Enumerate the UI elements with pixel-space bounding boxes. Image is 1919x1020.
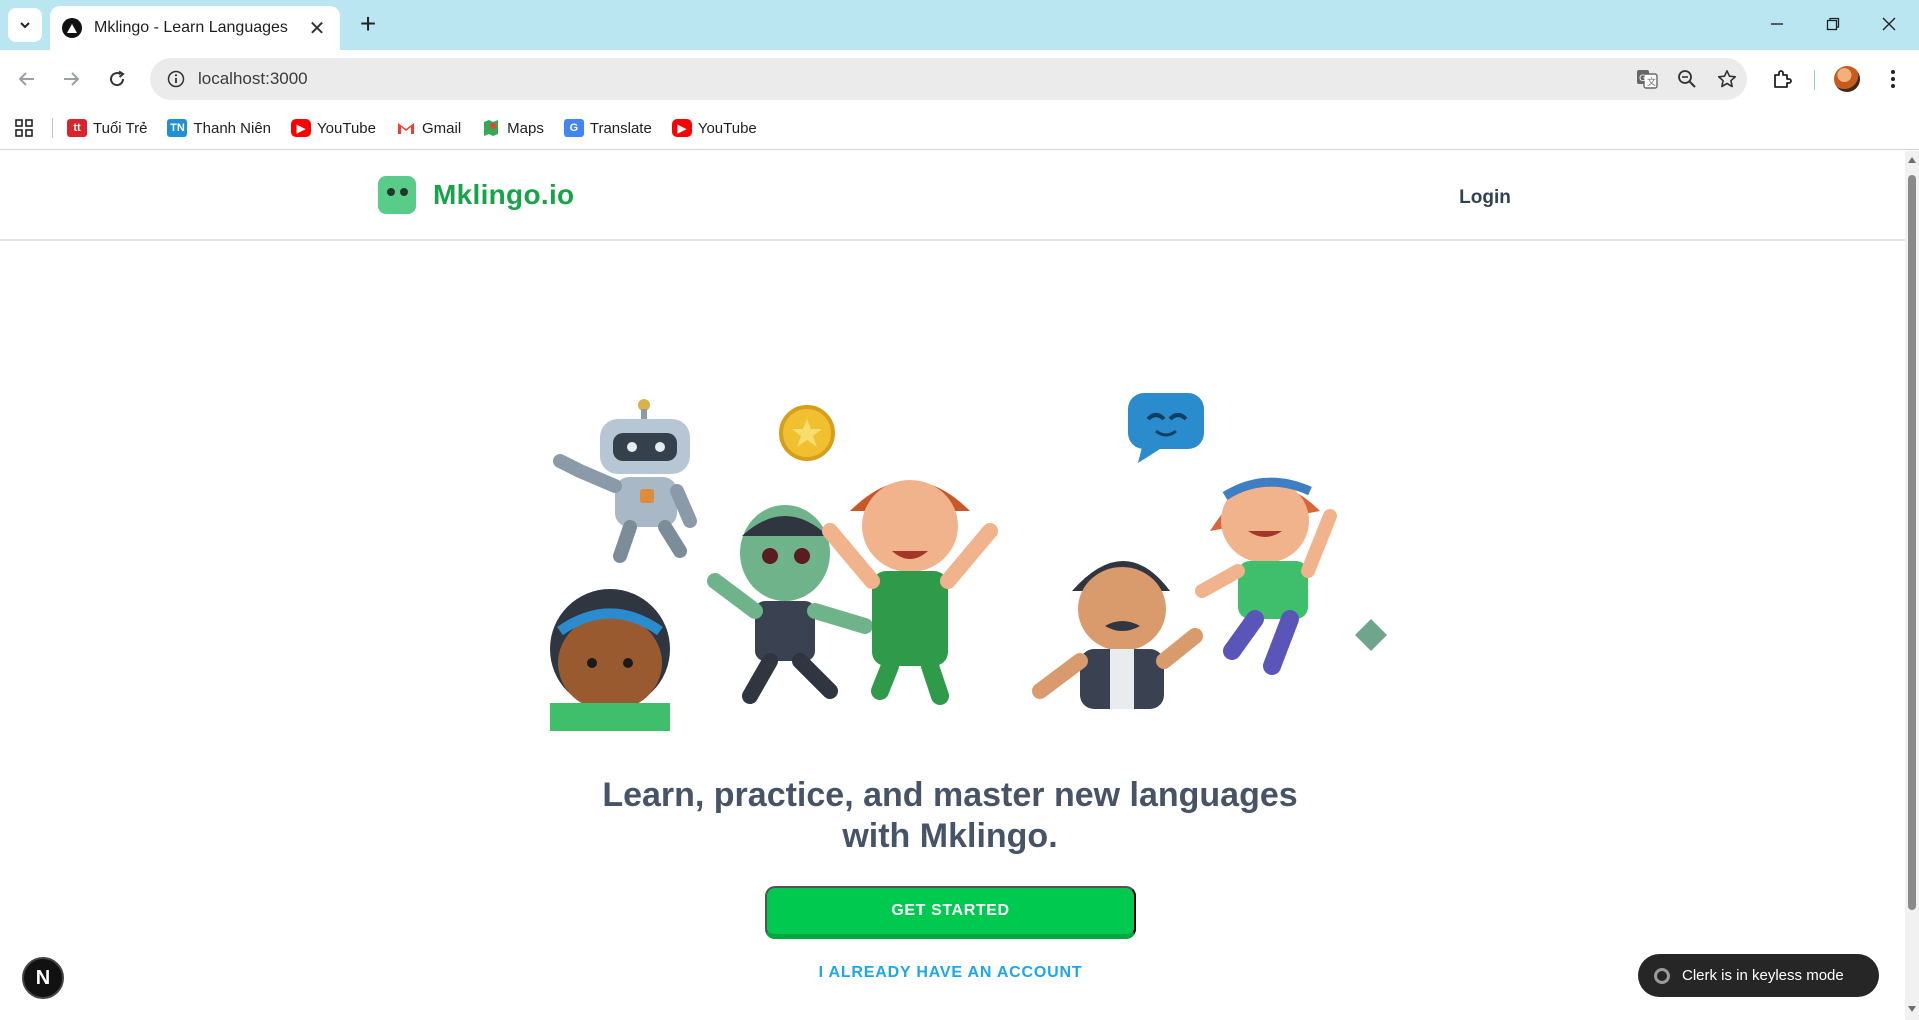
man-character-icon <box>1032 561 1203 709</box>
minimize-button[interactable] <box>1752 8 1802 40</box>
boy-character-icon <box>822 480 998 705</box>
url-text[interactable]: localhost:3000 <box>198 69 1627 89</box>
address-bar[interactable]: localhost:3000 G文 <box>150 58 1747 100</box>
robot-character-icon <box>553 399 697 563</box>
chevron-down-icon <box>20 22 30 29</box>
bookmark-gmail[interactable]: Gmail <box>396 119 461 137</box>
clerk-keyless-toast[interactable]: Clerk is in keyless mode <box>1638 954 1879 997</box>
thanhnien-icon: TN <box>167 119 188 137</box>
gold-coin-icon <box>779 405 835 461</box>
bookmark-label: YouTube <box>697 119 757 137</box>
translate-icon: G <box>563 119 584 137</box>
vercel-favicon-icon <box>62 18 82 38</box>
more-vertical-icon <box>1891 70 1895 88</box>
bookmark-star-icon[interactable] <box>1707 58 1747 100</box>
toolbar-separator <box>1814 70 1815 90</box>
bookmark-thanhnien[interactable]: TN Thanh Niên <box>167 119 271 137</box>
restore-icon <box>1826 17 1840 31</box>
zoom-icon[interactable] <box>1667 58 1707 100</box>
bookmark-label: Tuổi Trẻ <box>93 119 148 137</box>
maps-icon <box>481 119 501 137</box>
svg-text:文: 文 <box>1647 76 1656 88</box>
minimize-icon <box>1771 23 1783 25</box>
speech-bubble-icon <box>1128 393 1204 463</box>
site-info-icon[interactable] <box>156 58 196 100</box>
bookmark-youtube-2[interactable]: ▶ YouTube <box>671 119 757 137</box>
have-account-link[interactable]: I ALREADY HAVE AN ACCOUNT <box>765 957 1136 989</box>
arrow-left-icon <box>18 72 34 86</box>
youtube-icon: ▶ <box>291 119 312 137</box>
tuoitre-icon: tt <box>67 119 87 137</box>
get-started-button[interactable]: GET STARTED <box>765 886 1136 939</box>
hero-headline: Learn, practice, and master new language… <box>602 776 1298 855</box>
site-header: Mklingo.io Login <box>0 151 1905 241</box>
gmail-icon <box>396 119 416 137</box>
back-button[interactable] <box>12 64 42 94</box>
active-tab[interactable]: Mklingo - Learn Languages ✕ <box>50 6 340 50</box>
restore-button[interactable] <box>1808 8 1858 40</box>
tab-close-icon[interactable]: ✕ <box>306 16 328 41</box>
reload-icon <box>110 70 125 87</box>
puzzle-icon <box>1774 70 1792 88</box>
bookmark-maps[interactable]: Maps <box>481 119 544 137</box>
scroll-down-icon[interactable] <box>1908 1006 1916 1012</box>
bookmarks-separator <box>52 118 53 138</box>
login-link[interactable]: Login <box>1440 184 1530 212</box>
translate-page-icon[interactable]: G文 <box>1627 58 1667 100</box>
hero-illustration <box>550 393 1387 731</box>
forward-button[interactable] <box>56 64 86 94</box>
avatar <box>1834 66 1860 92</box>
scroll-up-icon[interactable] <box>1908 157 1916 163</box>
browser-menu-button[interactable] <box>1875 62 1911 96</box>
youtube-icon: ▶ <box>671 119 692 137</box>
page-viewport: Mklingo.io Login Learn, practice, and ma… <box>0 151 1905 1020</box>
bookmark-label: Thanh Niên <box>193 119 272 137</box>
browser-toolbar: localhost:3000 G文 <box>0 50 1919 107</box>
tab-search-button[interactable] <box>8 8 42 42</box>
close-icon <box>1882 17 1896 31</box>
bookmark-translate[interactable]: G Translate <box>563 119 652 137</box>
tab-title: Mklingo - Learn Languages <box>94 19 288 36</box>
bookmark-label: Translate <box>589 119 652 137</box>
brand-name: Mklingo.io <box>433 179 575 210</box>
bookmark-label: Maps <box>507 119 544 137</box>
bookmark-youtube[interactable]: ▶ YouTube <box>291 119 376 137</box>
bookmarks-bar: tt Tuổi Trẻ TN Thanh Niên ▶ YouTube Gmai… <box>0 107 1919 150</box>
nextjs-dev-indicator[interactable]: N <box>22 957 64 999</box>
girl-character-icon <box>550 589 670 731</box>
browser-tab-bar: Mklingo - Learn Languages ✕ + <box>0 0 1919 50</box>
extensions-button[interactable] <box>1764 62 1800 96</box>
bookmark-label: Gmail <box>421 119 462 137</box>
sparkle-icon <box>1355 619 1387 651</box>
jumping-girl-character-icon <box>1195 477 1337 675</box>
reload-button[interactable] <box>102 64 132 94</box>
page-scrollbar[interactable] <box>1905 151 1919 1020</box>
profile-button[interactable] <box>1829 62 1865 96</box>
scrollbar-thumb[interactable] <box>1908 175 1916 910</box>
clerk-toast-label: Clerk is in keyless mode <box>1682 967 1844 984</box>
apps-grid-icon[interactable] <box>12 116 36 140</box>
bookmark-label: YouTube <box>317 119 376 137</box>
bookmark-tuoitre[interactable]: tt Tuổi Trẻ <box>67 119 147 137</box>
svg-text:G: G <box>1639 74 1646 84</box>
arrow-right-icon <box>64 72 80 86</box>
mascot-logo-icon <box>378 176 416 214</box>
brand-logo[interactable]: Mklingo.io <box>378 176 574 214</box>
close-window-button[interactable] <box>1864 8 1914 40</box>
new-tab-button[interactable]: + <box>353 10 383 40</box>
clerk-icon <box>1654 967 1670 984</box>
